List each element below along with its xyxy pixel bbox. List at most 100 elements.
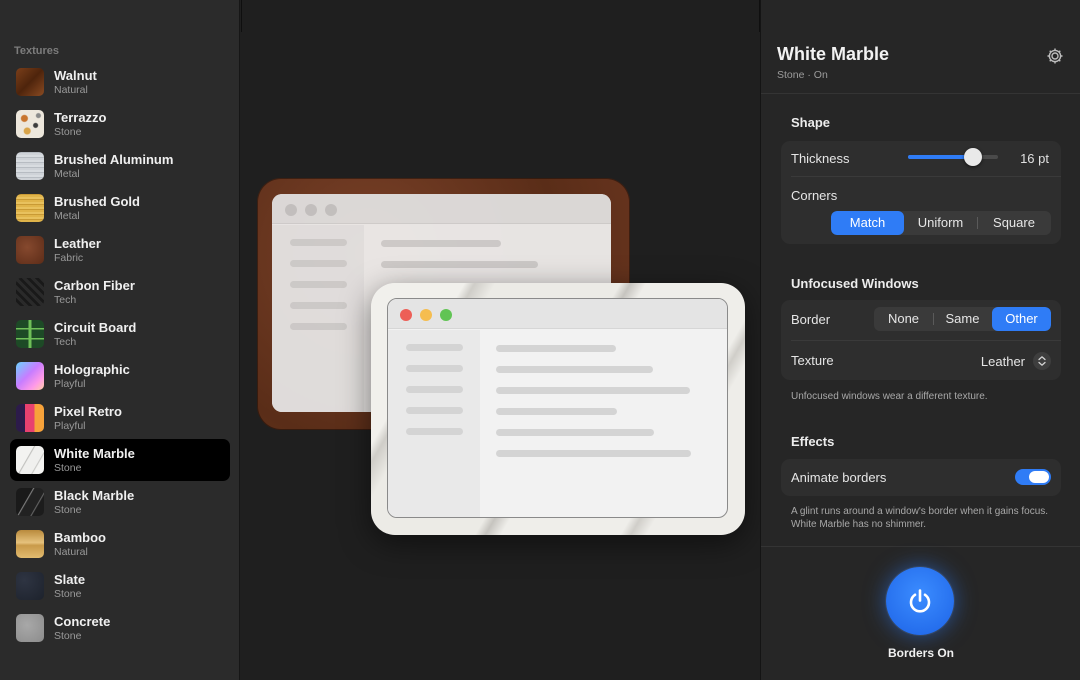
- sidebar-item-slate[interactable]: Slate Stone: [10, 565, 230, 607]
- texture-label: Texture: [791, 353, 834, 368]
- slider-knob[interactable]: [963, 148, 982, 166]
- sidebar-item-carbon-fiber[interactable]: Carbon Fiber Tech: [10, 271, 230, 313]
- thickness-value: 16 pt: [1020, 151, 1049, 166]
- placeholder-line: [496, 345, 616, 352]
- power-status-label: Borders On: [887, 646, 954, 660]
- texture-category: Stone: [54, 504, 82, 516]
- unfocused-card: Border None Same Other Texture Leather: [781, 300, 1061, 380]
- texture-swatch: [16, 530, 44, 558]
- placeholder-line: [290, 239, 347, 246]
- divider: [791, 340, 1061, 341]
- texture-category: Tech: [54, 294, 77, 306]
- sidebar-item-white-marble[interactable]: White Marble Stone: [10, 439, 230, 481]
- sidebar-item-terrazzo[interactable]: Terrazzo Stone: [10, 103, 230, 145]
- texture-select[interactable]: Leather: [981, 350, 1051, 372]
- segment-divider: [977, 217, 978, 229]
- texture-name: Walnut: [54, 68, 97, 83]
- divider: [241, 0, 242, 32]
- sidebar-item-holographic[interactable]: Holographic Playful: [10, 355, 230, 397]
- texture-subtitle: Stone · On: [777, 69, 828, 81]
- texture-category: Playful: [54, 420, 86, 432]
- placeholder-line: [406, 344, 463, 351]
- animate-borders-toggle[interactable]: [1015, 469, 1051, 485]
- close-dot-icon: [285, 204, 297, 216]
- texture-swatch: [16, 404, 44, 432]
- toggle-knob: [1029, 471, 1049, 483]
- texture-swatch: [16, 362, 44, 390]
- texture-title: White Marble: [777, 44, 890, 64]
- corners-option-match[interactable]: Match: [831, 211, 904, 235]
- effects-card: Animate borders: [781, 459, 1061, 496]
- sidebar-item-leather[interactable]: Leather Fabric: [10, 229, 230, 271]
- texture-category: Stone: [54, 126, 82, 138]
- zoom-dot-icon: [440, 309, 452, 321]
- thickness-slider[interactable]: [908, 148, 998, 166]
- texture-sidebar: Textures Walnut Natural Terrazzo Stone Brush…: [0, 0, 240, 680]
- effects-note: A glint runs around a window's border wh…: [791, 506, 1049, 530]
- placeholder-line: [406, 428, 463, 435]
- texture-category: Fabric: [54, 252, 84, 264]
- texture-category: Playful: [54, 378, 86, 390]
- placeholder-line: [496, 366, 653, 373]
- power-button[interactable]: [886, 567, 954, 635]
- texture-category: Stone: [54, 630, 82, 642]
- texture-list: Walnut Natural Terrazzo Stone Brushed Alumin…: [10, 61, 230, 649]
- sidebar-item-black-marble[interactable]: Black Marble Stone: [10, 481, 230, 523]
- texture-name: Bamboo: [54, 530, 106, 545]
- gear-icon[interactable]: [1045, 46, 1065, 66]
- texture-category: Stone: [54, 462, 82, 474]
- placeholder-line: [290, 323, 347, 330]
- sidebar-item-brushed-gold[interactable]: Brushed Gold Metal: [10, 187, 230, 229]
- texture-category: Natural: [54, 546, 88, 558]
- texture-swatch: [16, 194, 44, 222]
- border-option-none[interactable]: None: [874, 307, 933, 331]
- placeholder-line: [290, 260, 347, 267]
- power-icon: [909, 589, 931, 613]
- placeholder-line: [496, 450, 691, 457]
- placeholder-line: [290, 281, 347, 288]
- placeholder-line: [406, 365, 463, 372]
- sidebar-item-brushed-aluminum[interactable]: Brushed Aluminum Metal: [10, 145, 230, 187]
- divider: [761, 93, 1080, 94]
- texture-swatch: [16, 614, 44, 642]
- placeholder-line: [381, 240, 501, 247]
- unfocused-note: Unfocused windows wear a different textu…: [791, 391, 988, 402]
- texture-name: Carbon Fiber: [54, 278, 135, 293]
- border-segmented-control: None Same Other: [874, 307, 1051, 331]
- texture-name: Leather: [54, 236, 101, 251]
- texture-swatch: [16, 320, 44, 348]
- texture-name: Black Marble: [54, 488, 135, 503]
- texture-name: Concrete: [54, 614, 111, 629]
- placeholder-line: [406, 386, 463, 393]
- corners-option-uniform[interactable]: Uniform: [904, 211, 977, 235]
- sidebar-item-concrete[interactable]: Concrete Stone: [10, 607, 230, 649]
- texture-name: Terrazzo: [54, 110, 107, 125]
- window-titlebar: [272, 194, 611, 224]
- texture-swatch: [16, 488, 44, 516]
- texture-name: Brushed Aluminum: [54, 152, 174, 167]
- placeholder-line: [381, 261, 538, 268]
- texture-category: Natural: [54, 84, 88, 96]
- corners-option-square[interactable]: Square: [977, 211, 1051, 235]
- inspector-panel: White Marble Stone · On Shape Thickness …: [760, 0, 1080, 680]
- minimize-dot-icon: [305, 204, 317, 216]
- minimize-dot-icon: [420, 309, 432, 321]
- texture-name: White Marble: [54, 446, 135, 461]
- texture-category: Metal: [54, 168, 80, 180]
- divider: [791, 176, 1061, 177]
- texture-swatch: [16, 446, 44, 474]
- sidebar-item-bamboo[interactable]: Bamboo Natural: [10, 523, 230, 565]
- sidebar-item-walnut[interactable]: Walnut Natural: [10, 61, 230, 103]
- texture-name: Brushed Gold: [54, 194, 140, 209]
- sidebar-item-circuit-board[interactable]: Circuit Board Tech: [10, 313, 230, 355]
- texture-swatch: [16, 278, 44, 306]
- corners-segmented-control: Match Uniform Square: [831, 211, 1051, 235]
- texture-name: Slate: [54, 572, 86, 587]
- border-option-same[interactable]: Same: [933, 307, 992, 331]
- placeholder-line: [496, 408, 617, 415]
- texture-name: Circuit Board: [54, 320, 137, 335]
- close-dot-icon: [400, 309, 412, 321]
- texture-swatch: [16, 110, 44, 138]
- sidebar-item-pixel-retro[interactable]: Pixel Retro Playful: [10, 397, 230, 439]
- border-option-other[interactable]: Other: [992, 307, 1051, 331]
